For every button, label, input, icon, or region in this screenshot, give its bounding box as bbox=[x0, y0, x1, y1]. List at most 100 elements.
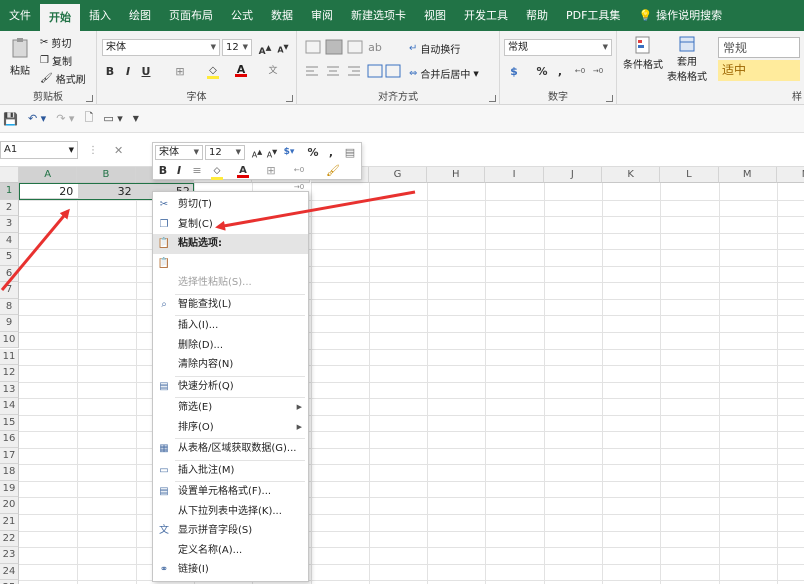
font-name-combo[interactable]: 宋体 ▼ bbox=[102, 39, 220, 56]
tab-2[interactable]: 插入 bbox=[80, 0, 120, 31]
screen-icon[interactable]: ▭ ▾ bbox=[103, 112, 122, 125]
row-header-2[interactable]: 2 bbox=[0, 199, 19, 217]
format-painter-button[interactable]: 🖌 格式刷 bbox=[40, 71, 86, 86]
row-header-19[interactable]: 19 bbox=[0, 480, 19, 498]
menu-item-5[interactable]: ⌕ 智能查找(L) bbox=[153, 295, 308, 315]
menu-item-1[interactable]: ❐ 复制(C) bbox=[153, 215, 308, 235]
menu-item-9[interactable]: ▤ 快速分析(Q) bbox=[153, 377, 308, 397]
font-launcher-icon[interactable] bbox=[286, 95, 293, 102]
tab-0[interactable]: 文件 bbox=[0, 0, 40, 31]
fill-color-button[interactable]: ◇ bbox=[205, 61, 221, 79]
tab-7[interactable]: 审阅 bbox=[302, 0, 342, 31]
row-header-10[interactable]: 10 bbox=[0, 331, 19, 349]
row-header-22[interactable]: 22 bbox=[0, 530, 19, 548]
menu-item-18[interactable]: ⚭ 链接(I) bbox=[153, 560, 308, 580]
row-header-16[interactable]: 16 bbox=[0, 431, 19, 448]
row-header-15[interactable]: 15 bbox=[0, 414, 19, 432]
mini-align-icon[interactable]: ≡ bbox=[189, 162, 205, 179]
row-header-7[interactable]: 7 bbox=[0, 282, 19, 299]
row-header-4[interactable]: 4 bbox=[0, 232, 19, 250]
row-header-25[interactable]: 25 bbox=[0, 580, 19, 584]
tab-12[interactable]: PDF工具集 bbox=[557, 0, 629, 31]
style-neutral[interactable]: 适中 bbox=[718, 60, 800, 81]
row-header-11[interactable]: 11 bbox=[0, 348, 19, 366]
mini-shrink-font-button[interactable]: A▼ bbox=[264, 144, 280, 161]
menu-item-4[interactable]: 选择性粘贴(S)... bbox=[153, 273, 308, 293]
alignment-launcher-icon[interactable] bbox=[489, 95, 496, 102]
menu-item-6[interactable]: 插入(I)... bbox=[153, 316, 308, 336]
indent-icons[interactable] bbox=[367, 64, 401, 78]
row-header-20[interactable]: 20 bbox=[0, 497, 19, 514]
paste-button[interactable]: 粘贴 bbox=[6, 37, 34, 77]
mini-decimal-icons[interactable]: ←0 →0 bbox=[291, 162, 307, 191]
row-header-9[interactable]: 9 bbox=[0, 315, 19, 332]
row-header-1[interactable]: 1 bbox=[0, 183, 19, 200]
orientation-icon[interactable]: ab bbox=[367, 39, 383, 56]
tab-5[interactable]: 公式 bbox=[222, 0, 262, 31]
font-size-combo[interactable]: 12 ▼ bbox=[222, 39, 252, 56]
tab-4[interactable]: 页面布局 bbox=[160, 0, 222, 31]
mini-format-icon[interactable]: ▤ bbox=[342, 144, 358, 161]
column-header-I[interactable]: I bbox=[485, 167, 544, 183]
mini-fill-color-button[interactable]: ◇ bbox=[209, 161, 225, 180]
number-launcher-icon[interactable] bbox=[606, 95, 613, 102]
italic-button[interactable]: I bbox=[120, 63, 136, 80]
menu-item-8[interactable]: 清除内容(N) bbox=[153, 355, 308, 375]
mini-border-icon[interactable]: ⊞ bbox=[263, 162, 279, 179]
style-normal[interactable]: 常规 bbox=[718, 37, 800, 58]
mini-grow-font-button[interactable]: A▲ bbox=[249, 144, 265, 161]
row-header-5[interactable]: 5 bbox=[0, 249, 19, 266]
mini-italic-button[interactable]: I bbox=[171, 162, 187, 179]
column-header-A[interactable]: A bbox=[19, 167, 78, 183]
column-header-N[interactable]: N bbox=[776, 167, 804, 183]
clipboard-launcher-icon[interactable] bbox=[86, 95, 93, 102]
menu-item-3[interactable]: 📋 bbox=[153, 254, 308, 274]
menu-item-15[interactable]: 从下拉列表中选择(K)... bbox=[153, 502, 308, 522]
customize-toolbar-icon[interactable]: ▼ bbox=[133, 114, 139, 123]
comma-button[interactable]: , bbox=[552, 63, 568, 80]
row-header-24[interactable]: 24 bbox=[0, 563, 19, 581]
row-header-3[interactable]: 3 bbox=[0, 216, 19, 233]
column-header-B[interactable]: B bbox=[77, 167, 136, 183]
grow-font-button[interactable]: A▲ bbox=[257, 39, 273, 57]
select-all-corner[interactable] bbox=[0, 167, 19, 183]
border-icon[interactable]: ⊞ bbox=[172, 63, 188, 80]
phonetic-button[interactable]: 文 bbox=[265, 63, 281, 80]
decrease-decimal-icon[interactable]: →0 bbox=[590, 63, 606, 80]
mini-comma-button[interactable]: , bbox=[323, 144, 339, 161]
wrap-text-button[interactable]: ↵ 自动换行 bbox=[409, 41, 460, 56]
currency-icon[interactable]: $ bbox=[506, 63, 522, 80]
menu-item-11[interactable]: 排序(O) ▶ bbox=[153, 418, 308, 438]
mini-size-combo[interactable]: 12 ▼ bbox=[205, 145, 245, 160]
worksheet-grid[interactable]: ABCDEFGHIJKLMN12345678910111213141516171… bbox=[0, 167, 804, 584]
undo-icon[interactable]: ↶ ▾ bbox=[28, 112, 46, 125]
row-header-12[interactable]: 12 bbox=[0, 365, 19, 382]
tab-3[interactable]: 绘图 bbox=[120, 0, 160, 31]
mini-font-color-button[interactable]: A bbox=[235, 161, 251, 178]
horizontal-align-icons[interactable] bbox=[305, 65, 363, 77]
menu-item-16[interactable]: 文显示拼音字段(S) bbox=[153, 521, 308, 541]
row-header-17[interactable]: 17 bbox=[0, 447, 19, 465]
copy-button[interactable]: ❐ 复制 bbox=[40, 53, 72, 68]
menu-item-14[interactable]: ▤ 设置单元格格式(F)... bbox=[153, 482, 308, 502]
menu-item-10[interactable]: 筛选(E) ▶ bbox=[153, 398, 308, 418]
tab-11[interactable]: 帮助 bbox=[517, 0, 557, 31]
print-preview-icon[interactable]: 🗋 bbox=[84, 109, 93, 128]
column-header-M[interactable]: M bbox=[718, 167, 777, 183]
column-header-G[interactable]: G bbox=[368, 167, 428, 183]
font-color-button[interactable]: A bbox=[233, 61, 249, 78]
vertical-align-icons[interactable] bbox=[305, 39, 363, 55]
menu-item-13[interactable]: ▭ 插入批注(M) bbox=[153, 461, 308, 481]
increase-decimal-icon[interactable]: ←0 bbox=[572, 63, 588, 80]
menu-item-0[interactable]: ✂ 剪切(T) bbox=[153, 195, 308, 215]
menu-item-17[interactable]: 定义名称(A)... bbox=[153, 541, 308, 561]
redo-icon[interactable]: ↷ ▾ bbox=[56, 112, 74, 125]
cut-button[interactable]: ✂ 剪切 bbox=[40, 35, 71, 50]
mini-font-combo[interactable]: 宋体 ▼ bbox=[155, 145, 203, 160]
number-format-combo[interactable]: 常规 ▼ bbox=[504, 39, 612, 56]
bold-button[interactable]: B bbox=[102, 63, 118, 80]
merge-center-button[interactable]: ⇔ 合并后居中 ▼ bbox=[409, 66, 479, 81]
tell-me-search[interactable]: 💡 操作说明搜索 bbox=[629, 0, 731, 31]
menu-item-12[interactable]: ▦ 从表格/区域获取数据(G)... bbox=[153, 439, 308, 459]
mini-currency-icon[interactable]: $▾ bbox=[281, 144, 297, 161]
